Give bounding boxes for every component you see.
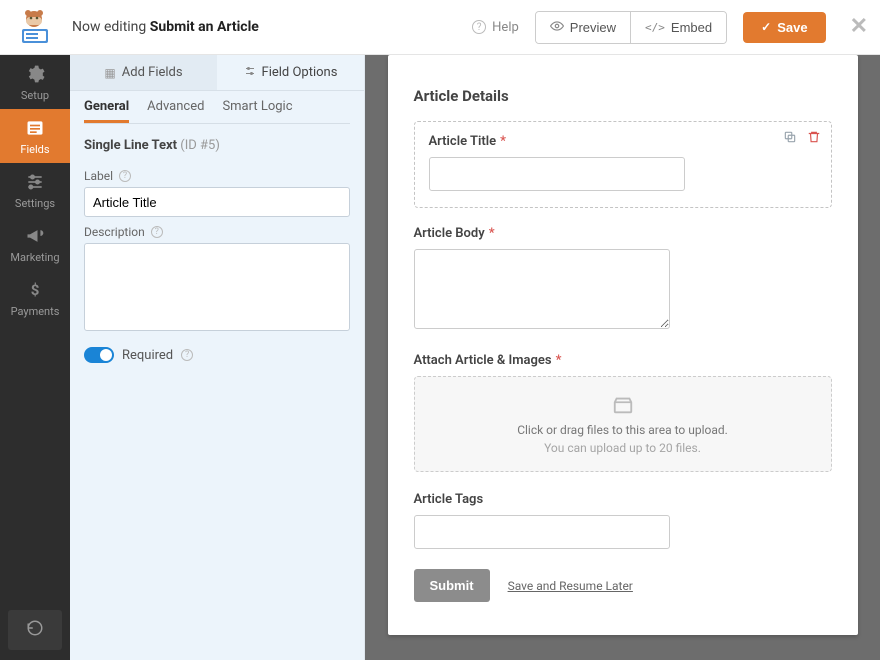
embed-button[interactable]: </> Embed [630,12,726,43]
field-article-tags[interactable]: Article Tags [414,492,832,549]
nav-fields-label: Fields [20,143,49,156]
field-label: Article Body * [414,226,832,241]
field-label: Article Title * [429,134,817,149]
upload-icon [612,394,634,419]
duplicate-icon[interactable] [783,130,797,148]
field-id-label: (ID #5) [180,138,220,153]
help-icon[interactable]: ? [119,170,131,182]
field-label: Attach Article & Images * [414,353,832,368]
nav-payments[interactable]: $ Payments [0,271,70,325]
tab-add-fields[interactable]: ▦ Add Fields [70,55,217,90]
help-link[interactable]: ? Help [472,20,519,35]
sub-tab-general[interactable]: General [84,99,129,123]
article-tags-input[interactable] [414,515,670,549]
gear-icon [25,63,45,85]
preview-label: Preview [570,20,616,35]
help-icon: ? [472,20,486,34]
grid-icon: ▦ [104,66,115,80]
field-label-text: Article Title [429,134,497,149]
submit-button[interactable]: Submit [414,569,490,602]
preview-embed-group: Preview </> Embed [535,11,727,44]
eye-icon [550,19,564,36]
now-editing-label: Now editing Submit an Article [72,19,259,35]
now-editing-prefix: Now editing [72,19,146,35]
tab-field-options[interactable]: Field Options [217,55,364,90]
nav-payments-label: Payments [11,305,60,318]
required-star: * [489,226,495,241]
close-icon[interactable]: ✕ [850,16,868,38]
form-card: Article Details Article Title * [388,55,858,635]
field-actions [783,130,821,148]
side-tabs: ▦ Add Fields Field Options [70,55,364,91]
history-icon [26,619,44,641]
embed-label: Embed [671,20,712,35]
nav-setup-label: Setup [21,89,49,102]
required-label: Required [122,348,173,363]
preview-button[interactable]: Preview [536,12,630,43]
tab-add-fields-label: Add Fields [122,65,183,80]
field-label-text: Article Tags [414,492,484,507]
app-logo [12,7,56,47]
save-resume-link[interactable]: Save and Resume Later [508,579,633,593]
sub-tabs: General Advanced Smart Logic [70,91,364,123]
help-icon[interactable]: ? [181,349,193,361]
upload-line1: Click or drag files to this area to uplo… [517,423,728,437]
check-icon: ✓ [761,20,771,34]
nav-history[interactable] [8,610,62,650]
svg-text:$: $ [31,281,40,299]
description-input[interactable] [84,243,350,331]
help-icon[interactable]: ? [151,226,163,238]
file-uploader[interactable]: Click or drag files to this area to uplo… [414,376,832,472]
description-row: Description ? [84,225,350,239]
code-icon: </> [645,21,665,34]
save-label: Save [777,20,807,35]
form-icon [25,117,45,139]
trash-icon[interactable] [807,130,821,148]
required-row: Required ? [84,347,350,363]
field-options-panel: ▦ Add Fields Field Options General Advan… [70,55,365,660]
megaphone-icon [25,225,45,247]
tab-field-options-label: Field Options [262,65,338,80]
sliders-small-icon [244,65,256,80]
label-text: Label [84,169,113,183]
required-star: * [500,134,506,149]
field-label-text: Article Body [414,226,485,241]
description-text: Description [84,225,145,239]
left-nav: Setup Fields Settings Marketing $ Paymen… [0,55,70,660]
sub-tab-smart-logic[interactable]: Smart Logic [222,99,292,123]
form-title: Submit an Article [150,19,259,35]
field-attach[interactable]: Attach Article & Images * Click or drag … [414,353,832,472]
form-canvas: Article Details Article Title * [365,55,880,660]
label-input[interactable] [84,187,350,217]
label-row: Label ? [84,169,350,183]
sub-tab-advanced[interactable]: Advanced [147,99,204,123]
topbar: Now editing Submit an Article ? Help Pre… [0,0,880,55]
field-id-row: Single Line Text (ID #5) [70,134,364,155]
upload-line2: You can upload up to 20 files. [544,441,701,455]
article-title-input[interactable] [429,157,685,191]
nav-marketing[interactable]: Marketing [0,217,70,271]
required-toggle[interactable] [84,347,114,363]
nav-setup[interactable]: Setup [0,55,70,109]
field-label-text: Attach Article & Images [414,353,552,368]
submit-row: Submit Save and Resume Later [414,569,832,602]
nav-marketing-label: Marketing [10,251,59,264]
field-article-title[interactable]: Article Title * [414,121,832,208]
field-type-label: Single Line Text [84,138,177,153]
save-button[interactable]: ✓ Save [743,12,825,43]
help-label: Help [492,20,519,35]
nav-settings[interactable]: Settings [0,163,70,217]
dollar-icon: $ [25,279,45,301]
sliders-icon [25,171,45,193]
section-title: Article Details [414,87,832,105]
nav-settings-label: Settings [15,197,55,210]
required-star: * [556,353,562,368]
article-body-input[interactable] [414,249,670,329]
nav-fields[interactable]: Fields [0,109,70,163]
field-label: Article Tags [414,492,832,507]
field-article-body[interactable]: Article Body * [414,226,832,333]
